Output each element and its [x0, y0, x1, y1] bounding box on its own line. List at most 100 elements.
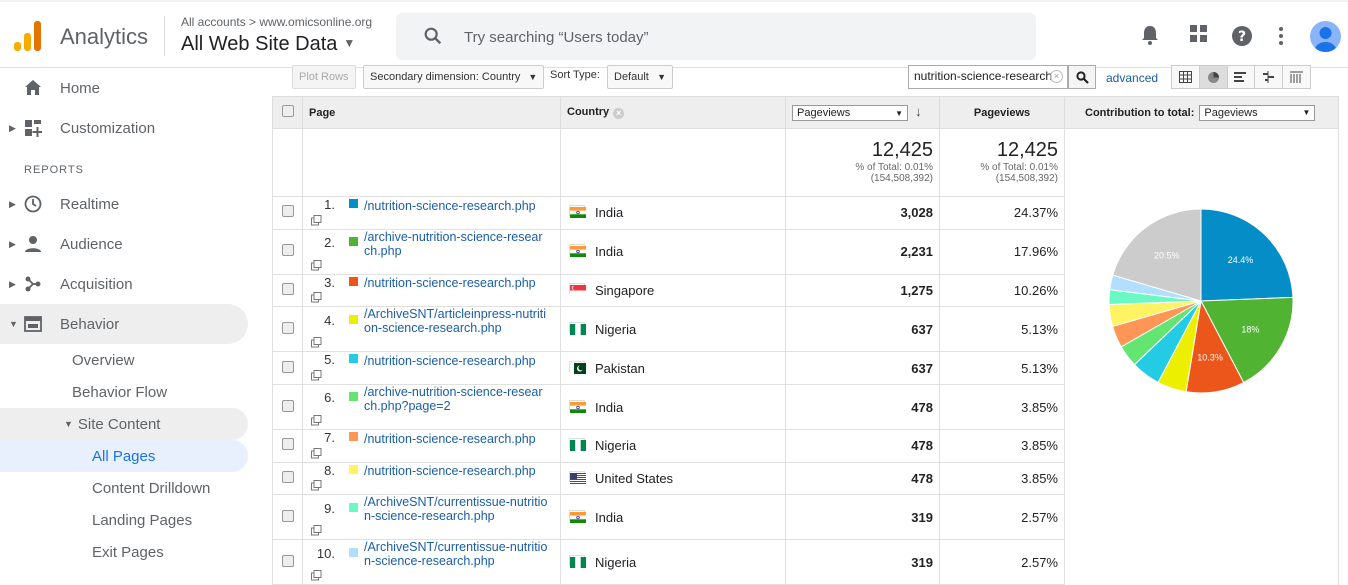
nigeria-flag-icon: [569, 438, 586, 452]
page-link[interactable]: /nutrition-science-research.php: [364, 199, 548, 213]
performance-view-button[interactable]: [1227, 66, 1256, 88]
row-checkbox[interactable]: [281, 205, 294, 218]
column-header-pageviews[interactable]: Pageviews: [939, 96, 1065, 129]
pie-view-button[interactable]: [1199, 66, 1228, 88]
clear-icon[interactable]: ×: [1050, 70, 1063, 83]
remove-dimension-icon[interactable]: ×: [613, 108, 625, 119]
page-link[interactable]: /nutrition-science-research.php: [364, 354, 548, 368]
sort-desc-icon[interactable]: ↓: [915, 104, 922, 119]
page-link[interactable]: /nutrition-science-research.php: [364, 432, 548, 446]
external-link-icon[interactable]: [311, 414, 322, 429]
page-link[interactable]: /nutrition-science-research.php: [364, 276, 548, 290]
account-selector[interactable]: All Web Site Data ▼: [181, 33, 355, 56]
page-cell: 9. /ArchiveSNT/currentissue-nutrition-sci…: [302, 494, 561, 541]
pie-chart-svg: 24.4% 18% 10.3% 20.5%: [1108, 208, 1294, 394]
sidebar-item-exit-pages[interactable]: Exit Pages: [92, 536, 164, 568]
sidebar-item-home[interactable]: Home: [0, 68, 248, 108]
contribution-select-value: Pageviews: [1204, 106, 1258, 119]
row-checkbox[interactable]: [281, 509, 294, 522]
breadcrumb[interactable]: All accounts > www.omicsonline.org: [181, 15, 372, 29]
page-link[interactable]: /archive-nutrition-science-research.php?…: [364, 385, 548, 413]
page-link[interactable]: /ArchiveSNT/articleinpress-nutrition-sci…: [364, 307, 548, 335]
country-cell: India: [560, 228, 786, 275]
filter-search-button[interactable]: [1068, 65, 1096, 89]
bell-icon[interactable]: [1140, 24, 1160, 46]
row-checkbox-cell: [272, 383, 303, 431]
contribution-select[interactable]: Pageviews ▼: [1199, 104, 1316, 121]
table-row[interactable]: 9. /ArchiveSNT/currentissue-nutrition-sci…: [272, 494, 1339, 541]
pie-slice-label: 10.3%: [1197, 352, 1223, 362]
sidebar-item-label: Home: [60, 79, 101, 97]
term-cloud-view-button[interactable]: [1283, 66, 1310, 88]
pie-slice-label: 24.4%: [1228, 255, 1254, 265]
country-link[interactable]: Nigeria: [595, 555, 636, 570]
external-link-icon[interactable]: [311, 447, 322, 462]
table-row[interactable]: 8. /nutrition-science-research.php United …: [272, 461, 1339, 496]
external-link-icon[interactable]: [311, 214, 322, 229]
sidebar-item-site-content[interactable]: ▼ Site Content: [0, 408, 248, 440]
row-checkbox[interactable]: [281, 283, 294, 295]
page-link[interactable]: /archive-nutrition-science-research.php: [364, 230, 548, 258]
sidebar-item-behavior[interactable]: ▼ Behavior: [0, 304, 248, 344]
country-link[interactable]: India: [595, 205, 623, 220]
apps-icon[interactable]: [1189, 24, 1209, 44]
advanced-filter-link[interactable]: advanced: [1106, 71, 1158, 85]
column-header-country[interactable]: Country ×: [560, 96, 786, 129]
row-checkbox[interactable]: [281, 399, 294, 412]
row-checkbox[interactable]: [281, 360, 294, 373]
sort-type-select[interactable]: Default ▼: [607, 65, 673, 89]
row-checkbox[interactable]: [281, 438, 294, 451]
column-header-page[interactable]: Page: [302, 96, 561, 129]
external-link-icon[interactable]: [311, 259, 322, 274]
country-link[interactable]: Singapore: [595, 283, 654, 298]
external-link-icon[interactable]: [311, 336, 322, 351]
external-link-icon[interactable]: [311, 479, 322, 494]
country-link[interactable]: India: [595, 400, 623, 415]
total-value: 12,425: [996, 139, 1058, 161]
analytics-logo-icon[interactable]: [14, 21, 42, 51]
dashboard-icon: [25, 120, 42, 137]
comparison-view-button[interactable]: [1255, 66, 1284, 88]
pageviews-percent: 3.85%: [939, 461, 1065, 496]
external-link-icon[interactable]: [311, 291, 322, 306]
page-link[interactable]: /nutrition-science-research.php: [364, 464, 548, 478]
table-filter-input[interactable]: nutrition-science-research ×: [908, 65, 1068, 89]
help-icon[interactable]: ?: [1231, 25, 1253, 47]
series-color-swatch: [349, 464, 358, 474]
table-row[interactable]: 10. /ArchiveSNT/currentissue-nutrition-sc…: [272, 539, 1339, 585]
country-link[interactable]: India: [595, 510, 623, 525]
page-link[interactable]: /ArchiveSNT/currentissue-nutrition-scien…: [364, 495, 548, 523]
external-link-icon[interactable]: [311, 569, 322, 584]
metric-select[interactable]: Pageviews ▼: [792, 105, 908, 121]
secondary-dimension-select[interactable]: Secondary dimension: Country ▼: [363, 65, 545, 89]
sidebar-item-realtime[interactable]: ▶ Realtime: [0, 184, 248, 224]
sidebar-item-content-drilldown[interactable]: Content Drilldown: [92, 472, 210, 504]
external-link-icon[interactable]: [311, 369, 322, 384]
country-link[interactable]: India: [595, 244, 623, 259]
row-checkbox[interactable]: [281, 471, 294, 483]
more-vert-icon[interactable]: [1277, 26, 1285, 46]
country-link[interactable]: United States: [595, 471, 673, 486]
sidebar-item-all-pages[interactable]: All Pages: [0, 440, 248, 472]
row-checkbox[interactable]: [281, 244, 294, 257]
table-row[interactable]: 7. /nutrition-science-research.php Nigeria…: [272, 429, 1339, 463]
sidebar-item-audience[interactable]: ▶ Audience: [0, 224, 248, 264]
row-checkbox[interactable]: [281, 554, 294, 567]
avatar-icon[interactable]: [1310, 21, 1341, 52]
country-link[interactable]: Nigeria: [595, 322, 636, 337]
select-all-checkbox[interactable]: [281, 105, 294, 117]
sidebar-item-overview[interactable]: Overview: [72, 344, 135, 376]
external-link-icon[interactable]: [311, 524, 322, 539]
page-link[interactable]: /ArchiveSNT/currentissue-nutrition-scien…: [364, 540, 548, 568]
sidebar-item-landing-pages[interactable]: Landing Pages: [92, 504, 192, 536]
sidebar-item-customization[interactable]: ▶ Customization: [0, 108, 248, 148]
chart-column-cell: [1064, 494, 1339, 540]
country-link[interactable]: Pakistan: [595, 361, 645, 376]
sidebar-item-behavior-flow[interactable]: Behavior Flow: [72, 376, 167, 408]
search-bar[interactable]: Try searching “Users today”: [396, 13, 1036, 60]
row-checkbox[interactable]: [281, 321, 294, 334]
plot-rows-button[interactable]: Plot Rows: [292, 65, 356, 89]
table-view-button[interactable]: [1172, 66, 1200, 88]
country-link[interactable]: Nigeria: [595, 438, 636, 453]
sidebar-item-acquisition[interactable]: ▶ Acquisition: [0, 264, 248, 304]
